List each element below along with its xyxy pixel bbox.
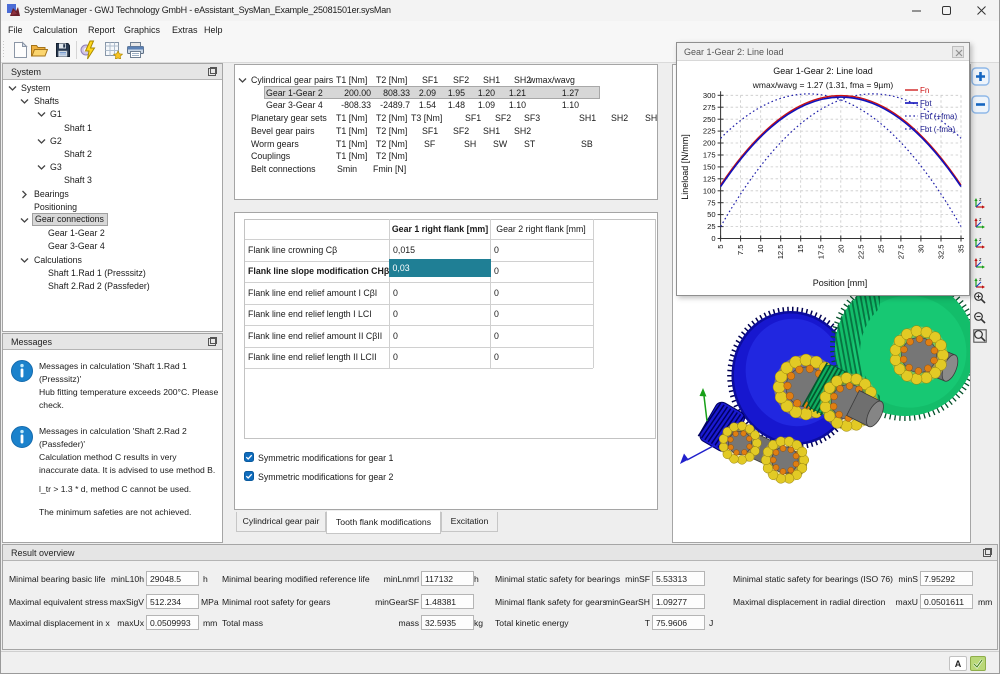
svg-text:z: z [979,277,982,283]
svg-text:Fbt (-fma): Fbt (-fma) [920,125,955,134]
svg-text:12.5: 12.5 [776,245,785,260]
svg-text:50: 50 [707,210,715,219]
svg-text:Gear 1-Gear 2: Line load: Gear 1-Gear 2: Line load [773,66,873,76]
svg-text:wmax/wavg = 1.27 (1.31, fma =: wmax/wavg = 1.27 (1.31, fma = 9µm) [752,80,894,90]
svg-text:175: 175 [703,151,716,160]
svg-text:225: 225 [703,127,716,136]
svg-text:Lineload [N/mm]: Lineload [N/mm] [680,134,690,200]
svg-text:125: 125 [703,174,716,183]
svg-text:22.5: 22.5 [856,245,865,260]
svg-text:z: z [979,217,982,223]
svg-text:z: z [979,257,982,263]
svg-text:Fbt (+fma): Fbt (+fma) [920,112,957,121]
svg-text:z: z [979,237,982,243]
svg-text:5: 5 [716,245,725,249]
svg-text:150: 150 [703,163,716,172]
svg-text:Fbt: Fbt [920,99,932,108]
svg-text:25: 25 [876,245,885,253]
svg-text:Position [mm]: Position [mm] [813,278,868,288]
svg-text:250: 250 [703,115,716,124]
svg-text:32.5: 32.5 [937,245,946,260]
svg-text:300: 300 [703,91,716,100]
svg-text:0: 0 [711,234,715,243]
svg-text:75: 75 [707,198,715,207]
svg-text:z: z [979,197,982,203]
svg-text:Fn: Fn [920,86,929,95]
svg-text:30: 30 [916,245,925,253]
svg-text:20: 20 [836,245,845,253]
svg-text:7.5: 7.5 [736,245,745,256]
svg-text:200: 200 [703,139,716,148]
svg-text:275: 275 [703,103,716,112]
svg-text:10: 10 [756,245,765,253]
svg-text:15: 15 [796,245,805,253]
svg-text:27.5: 27.5 [896,245,905,260]
svg-text:25: 25 [707,222,715,231]
svg-text:100: 100 [703,186,716,195]
svg-text:35: 35 [957,245,966,253]
svg-text:17.5: 17.5 [816,245,825,260]
